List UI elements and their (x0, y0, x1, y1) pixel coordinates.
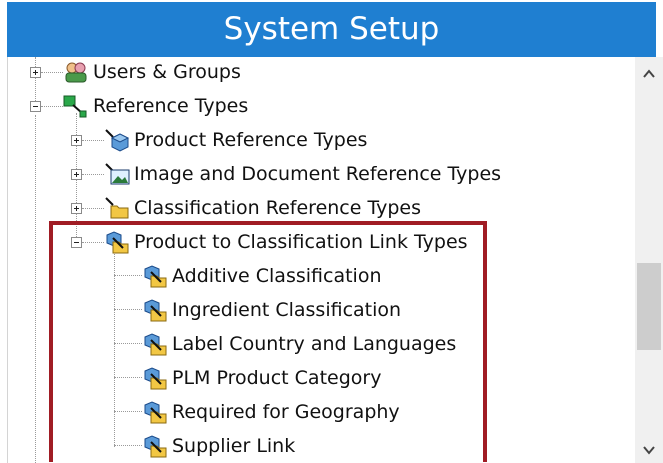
collapse-toggle-icon[interactable] (30, 101, 41, 112)
tree-guide-line (82, 140, 104, 141)
expand-toggle-icon[interactable] (71, 135, 82, 146)
expand-toggle-icon[interactable] (30, 67, 41, 78)
tree-guide-line (35, 115, 36, 463)
tree-item-label: Product Reference Types (134, 129, 368, 151)
tree-item-classification-reference-types[interactable]: Classification Reference Types (104, 191, 421, 225)
scrollbar-thumb[interactable] (637, 263, 661, 350)
scroll-up-arrow-icon[interactable] (635, 61, 663, 87)
tree-item-product-reference-types[interactable]: Product Reference Types (104, 123, 367, 157)
vertical-scrollbar[interactable] (635, 57, 663, 463)
tree-item-label: Reference Types (93, 95, 249, 117)
users-groups-icon (65, 62, 87, 83)
tree-item-label: Users & Groups (93, 61, 241, 83)
expand-toggle-icon[interactable] (71, 203, 82, 214)
tree-item-reference-types[interactable]: Reference Types (63, 89, 248, 123)
tree-item-label: Image and Document Reference Types (134, 163, 502, 185)
folder-reference-icon (105, 197, 129, 219)
tree-guide-line (41, 72, 63, 73)
tree-item-users-groups[interactable]: Users & Groups (63, 55, 241, 89)
expand-toggle-icon[interactable] (71, 169, 82, 180)
tree-guide-line (41, 106, 63, 107)
tree-item-image-document-reference-types[interactable]: Image and Document Reference Types (104, 157, 501, 191)
highlight-box (49, 221, 487, 462)
window-title: System Setup (0, 0, 663, 57)
system-setup-window: System Setup Users & Groups Reference Ty… (0, 0, 663, 463)
tree-guide-line (82, 208, 104, 209)
tree-guide-line (82, 174, 104, 175)
product-reference-icon (105, 129, 130, 152)
reference-types-icon (63, 95, 87, 118)
tree-item-label: Classification Reference Types (134, 197, 422, 219)
scroll-down-arrow-icon[interactable] (635, 437, 663, 463)
image-document-icon (105, 163, 130, 185)
